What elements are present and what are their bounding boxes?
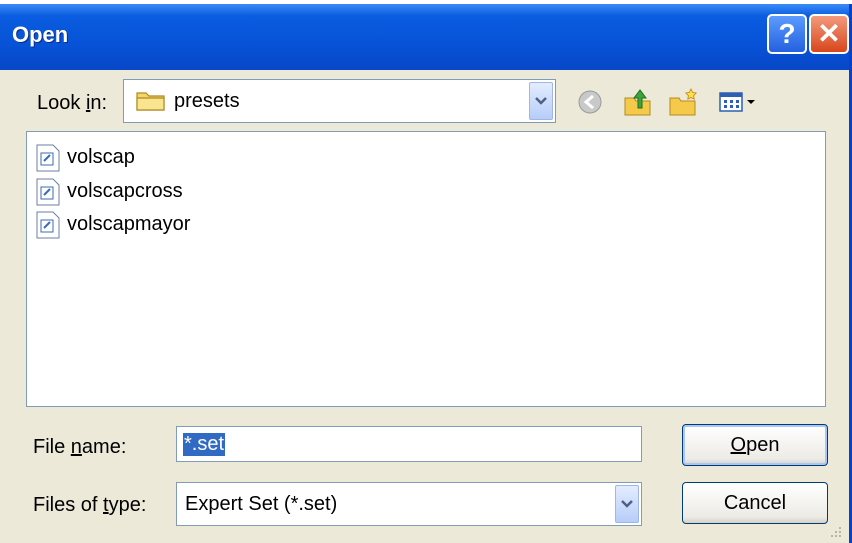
open-button-rest: pen: [746, 434, 780, 456]
cancel-button[interactable]: Cancel: [682, 482, 828, 524]
new-folder-icon[interactable]: [668, 86, 700, 118]
view-menu-icon[interactable]: [716, 86, 760, 118]
look-in-dropdown-button[interactable]: [529, 82, 553, 120]
file-name-label-key: n: [70, 436, 82, 458]
window-title: Open: [12, 22, 69, 47]
chevron-down-icon: [535, 97, 547, 105]
look-in-label: Look in:: [37, 92, 107, 115]
file-icon: [36, 178, 60, 206]
folder-icon: [136, 92, 165, 111]
file-name-value: *.set: [183, 433, 226, 456]
title-bar[interactable]: Open ? ✕: [0, 4, 849, 70]
file-icon: [36, 144, 60, 172]
help-button[interactable]: ?: [767, 14, 807, 54]
file-list[interactable]: volscap volscapcross volscapmayor: [26, 131, 826, 407]
file-type-combo[interactable]: Expert Set (*.set): [176, 482, 642, 526]
file-name-text: volscapmayor: [67, 213, 191, 235]
open-dialog: Open ? ✕ Look in: presets volscap volsca…: [0, 4, 852, 543]
up-folder-icon[interactable]: [622, 86, 654, 118]
back-icon[interactable]: [574, 86, 606, 118]
file-type-label: Files of type:: [33, 494, 146, 517]
file-name-text: volscapcross: [67, 180, 183, 202]
open-button-key: O: [730, 434, 747, 456]
file-name-label-prefix: File: [33, 436, 71, 458]
look-in-combo[interactable]: presets: [123, 79, 556, 123]
file-name-label: File name:: [33, 436, 126, 459]
close-button[interactable]: ✕: [809, 14, 849, 54]
file-name-input[interactable]: *.set: [176, 426, 642, 462]
file-type-value: Expert Set (*.set): [185, 493, 338, 515]
look-in-value: presets: [174, 90, 240, 112]
resize-grip-icon[interactable]: [829, 525, 843, 539]
file-name-text: volscap: [67, 146, 135, 168]
file-type-dropdown-button[interactable]: [615, 485, 639, 523]
file-icon: [36, 211, 60, 239]
look-in-label-prefix: Look: [37, 92, 86, 114]
file-name-label-suffix: ame:: [81, 436, 127, 458]
chevron-down-icon: [621, 500, 633, 508]
open-button[interactable]: Open: [682, 424, 828, 466]
file-type-label-prefix: Files of: [33, 494, 104, 516]
file-type-label-suffix: ype:: [108, 494, 147, 516]
look-in-label-suffix: n:: [90, 92, 108, 114]
